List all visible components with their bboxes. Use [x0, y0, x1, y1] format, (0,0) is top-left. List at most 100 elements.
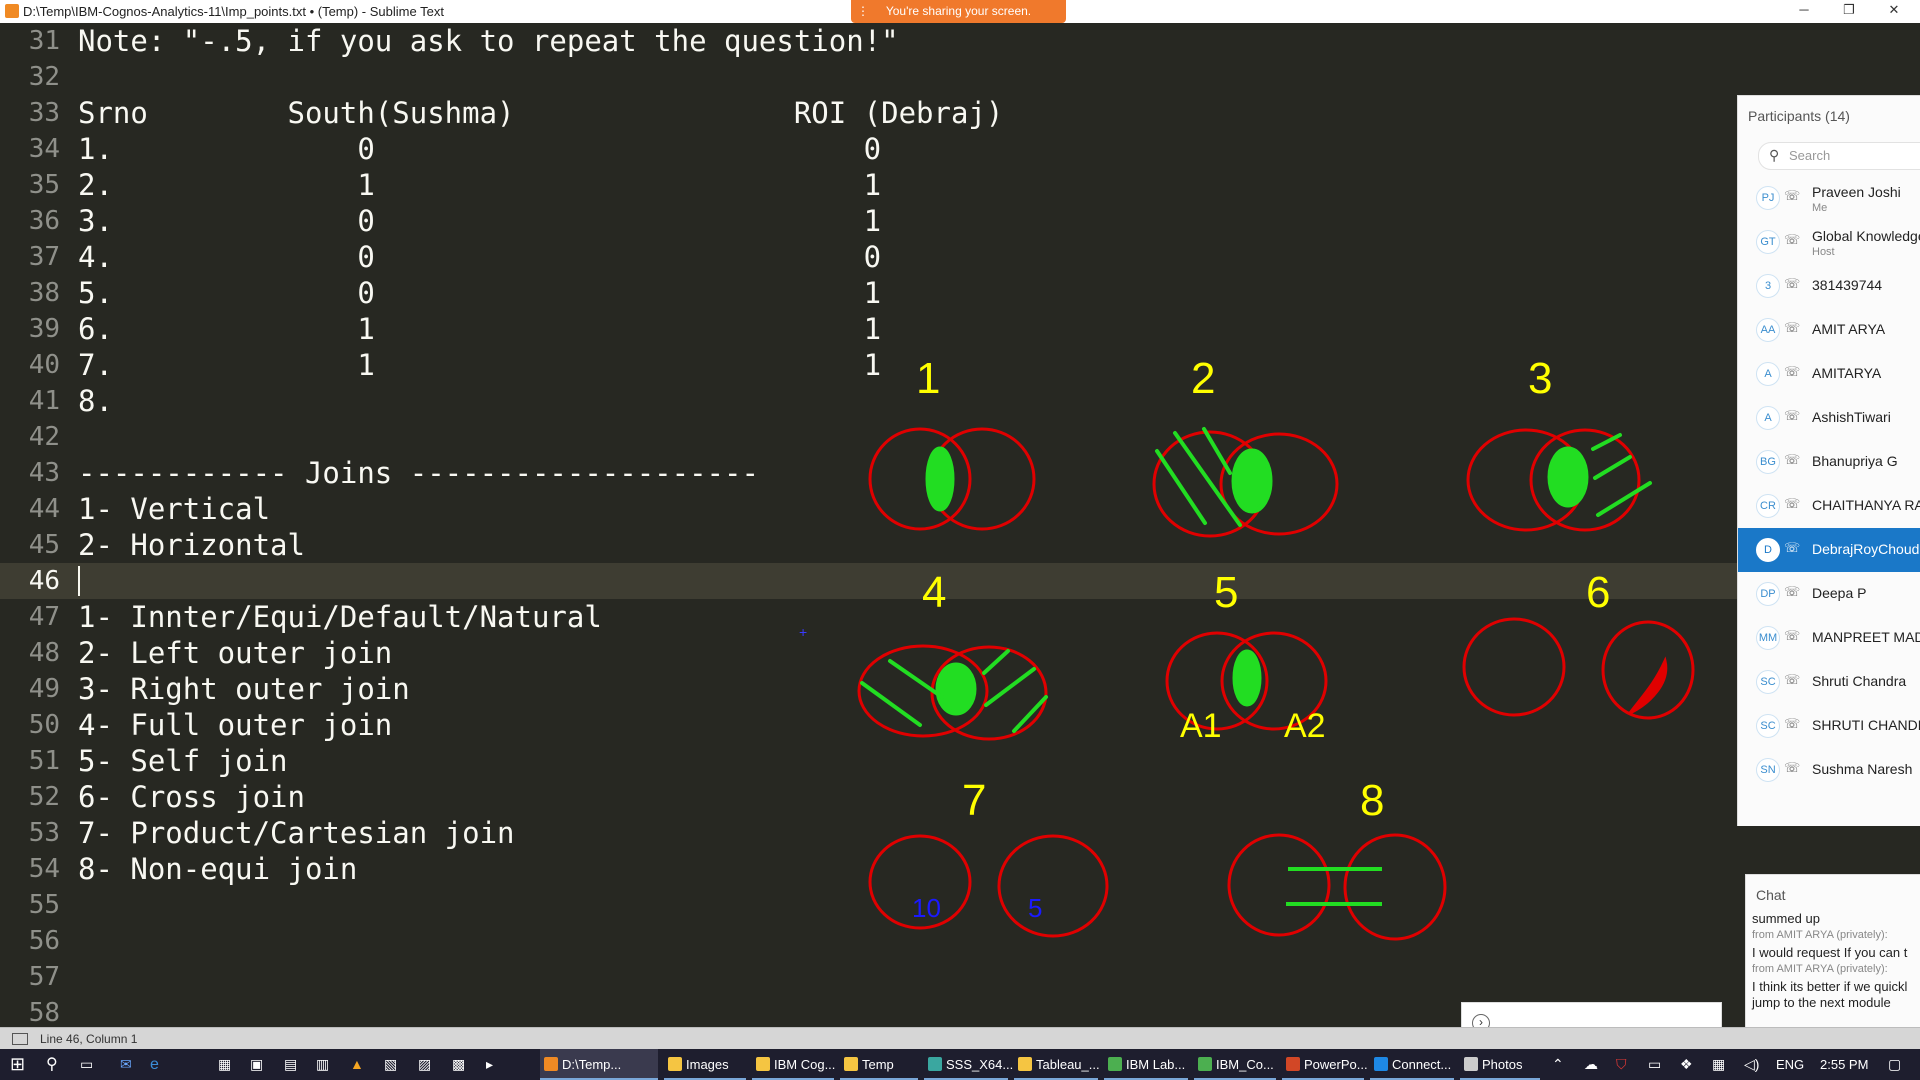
onedrive-icon[interactable]: ☁ [1584, 1049, 1598, 1080]
pinned-app-icon[interactable]: ▨ [418, 1049, 431, 1080]
edge-icon[interactable]: e [150, 1049, 159, 1080]
pinned-app-icon[interactable]: ▣ [250, 1049, 263, 1080]
participant-name: AshishTiwari [1812, 409, 1891, 425]
participant-row[interactable]: MM ☏ MANPREET MAD [1738, 616, 1920, 660]
taskbar-app-label: Tableau_... [1036, 1057, 1100, 1072]
code-line[interactable]: ------------ Joins -------------------- [78, 455, 759, 491]
terminal-icon[interactable]: ▸ [486, 1049, 493, 1080]
battery-icon[interactable]: ▭ [1648, 1049, 1661, 1080]
code-line[interactable]: 6- Cross join [78, 779, 305, 815]
code-line[interactable]: 2. 1 1 [78, 167, 881, 203]
line-number: 32 [28, 62, 60, 92]
participant-role: Me [1812, 202, 1828, 214]
code-line[interactable]: 8- Non-equi join [78, 851, 357, 887]
drag-grip-icon[interactable]: ⋮ [857, 0, 869, 23]
code-line[interactable]: 1. 0 0 [78, 131, 881, 167]
clock[interactable]: 2:55 PM [1820, 1049, 1868, 1080]
code-line[interactable]: Srno South(Sushma) ROI (Debraj) [78, 95, 1003, 131]
code-line[interactable]: 3. 0 1 [78, 203, 881, 239]
taskbar-app-label: Images [686, 1057, 729, 1072]
participant-row[interactable]: SN ☏ Sushma Naresh [1738, 748, 1920, 792]
code-editor[interactable]: 31 32 33 34 35 36 37 38 39 40 41 42 43 44 45 46 47 48 49 50… [0, 23, 1920, 1027]
search-icon[interactable]: ⚲ [46, 1049, 58, 1080]
language-indicator[interactable]: ENG [1776, 1049, 1804, 1080]
vlc-icon[interactable]: ▲ [350, 1049, 364, 1080]
share-banner-text: You're sharing your screen. [885, 4, 1032, 18]
participant-row[interactable]: SC ☏ SHRUTI CHANDR [1738, 704, 1920, 748]
code-line[interactable]: 8. [78, 383, 113, 419]
code-line[interactable]: 1- Vertical [78, 491, 270, 527]
line-number: 46 [0, 563, 60, 599]
restore-button[interactable]: ❐ [1829, 2, 1869, 20]
code-line[interactable]: 2- Horizontal [78, 527, 305, 563]
taskbar-app-button[interactable]: Tableau_... [1014, 1049, 1100, 1080]
participant-row[interactable]: BG ☏ Bhanupriya G [1738, 440, 1920, 484]
code-line[interactable]: 2- Left outer join [78, 635, 392, 671]
code-line[interactable]: Note: "-.5, if you ask to repeat the que… [78, 23, 899, 59]
participant-search[interactable]: ⚲ Search [1758, 142, 1920, 170]
text-cursor [78, 566, 80, 596]
dropbox-icon[interactable]: ❖ [1680, 1049, 1693, 1080]
code-line[interactable]: 5. 0 1 [78, 275, 881, 311]
windows-taskbar: ⊞ ⚲ ▭ ✉ e ▦ ▣ ▤ ▥ ▲ ▧ ▨ ▩ ▸ D:\Temp... Im… [0, 1049, 1920, 1080]
network-icon[interactable]: ▦ [1712, 1049, 1725, 1080]
code-line[interactable]: 6. 1 1 [78, 311, 881, 347]
participant-row[interactable]: A ☏ AMITARYA [1738, 352, 1920, 396]
panel-toggle-icon[interactable] [12, 1033, 28, 1045]
close-button[interactable]: ✕ [1874, 2, 1914, 20]
code-line[interactable]: 1- Innter/Equi/Default/Natural [78, 599, 602, 635]
participant-name: Praveen Joshi [1812, 184, 1901, 200]
notifications-icon[interactable]: ▢ [1888, 1049, 1901, 1080]
mcafee-icon[interactable]: ⛉ [1616, 1049, 1627, 1080]
code-line[interactable]: 5- Self join [78, 743, 288, 779]
participant-name: AMIT ARYA [1812, 321, 1886, 337]
mail-icon[interactable]: ✉ [120, 1049, 132, 1080]
participant-row[interactable]: SC ☏ Shruti Chandra [1738, 660, 1920, 704]
app-icon [1108, 1057, 1122, 1071]
minimize-button[interactable]: ─ [1784, 2, 1824, 20]
taskbar-app-button[interactable]: Photos [1460, 1049, 1540, 1080]
code-line[interactable]: 4- Full outer join [78, 707, 392, 743]
pinned-app-icon[interactable]: ▧ [384, 1049, 397, 1080]
volume-icon[interactable]: ◁) [1744, 1049, 1759, 1080]
search-input[interactable]: Search [1789, 148, 1830, 163]
code-line[interactable]: 7- Product/Cartesian join [78, 815, 515, 851]
taskbar-app-button[interactable]: D:\Temp... [540, 1049, 658, 1080]
taskbar-app-button[interactable]: IBM_Co... [1194, 1049, 1276, 1080]
participant-row[interactable]: PJ ☏ Praveen Joshi Me [1738, 176, 1920, 220]
participant-row[interactable]: 3 ☏ 381439744 [1738, 264, 1920, 308]
pinned-app-icon[interactable]: ▦ [218, 1049, 231, 1080]
line-number: 58 [28, 998, 60, 1027]
windows-start-icon[interactable]: ⊞ [10, 1049, 25, 1080]
circle-6-left [1462, 617, 1566, 717]
task-view-icon[interactable]: ▭ [80, 1049, 93, 1080]
screen-share-banner[interactable]: ⋮ You're sharing your screen. [851, 0, 1066, 23]
pinned-app-icon[interactable]: ▤ [284, 1049, 297, 1080]
participant-row[interactable]: GT ☏ Global Knowledge Host [1738, 220, 1920, 264]
taskbar-app-button[interactable]: Temp [840, 1049, 918, 1080]
taskbar-app-button[interactable]: IBM Lab... [1104, 1049, 1188, 1080]
code-line[interactable]: 4. 0 0 [78, 239, 881, 275]
diagram-number-4: 4 [922, 568, 946, 617]
show-hidden-icons[interactable]: ⌃ [1552, 1049, 1564, 1080]
hatch-4c [982, 649, 1010, 675]
taskbar-app-button[interactable]: PowerPo... [1282, 1049, 1368, 1080]
taskbar-app-button[interactable]: Connect... [1370, 1049, 1454, 1080]
taskbar-app-button[interactable]: SSS_X64... [924, 1049, 1013, 1080]
participant-row[interactable]: DP ☏ Deepa P [1738, 572, 1920, 616]
pinned-app-icon[interactable]: ▥ [316, 1049, 329, 1080]
code-line[interactable]: 3- Right outer join [78, 671, 410, 707]
participant-row[interactable]: CR ☏ CHAITHANYA RA [1738, 484, 1920, 528]
app-icon [928, 1057, 942, 1071]
audio-icon: ☏ [1784, 672, 1801, 687]
pinned-app-icon[interactable]: ▩ [452, 1049, 465, 1080]
taskbar-app-button[interactable]: IBM Cog... [752, 1049, 835, 1080]
participant-row[interactable]: D ☏ DebrajRoyChoudh [1738, 528, 1920, 572]
line-number: 36 [28, 206, 60, 236]
audio-icon: ☏ [1784, 452, 1801, 467]
code-line[interactable]: 7. 1 1 [78, 347, 881, 383]
taskbar-app-label: Connect... [1392, 1057, 1452, 1072]
participant-row[interactable]: A ☏ AshishTiwari [1738, 396, 1920, 440]
taskbar-app-button[interactable]: Images [664, 1049, 746, 1080]
participant-row[interactable]: AA ☏ AMIT ARYA [1738, 308, 1920, 352]
